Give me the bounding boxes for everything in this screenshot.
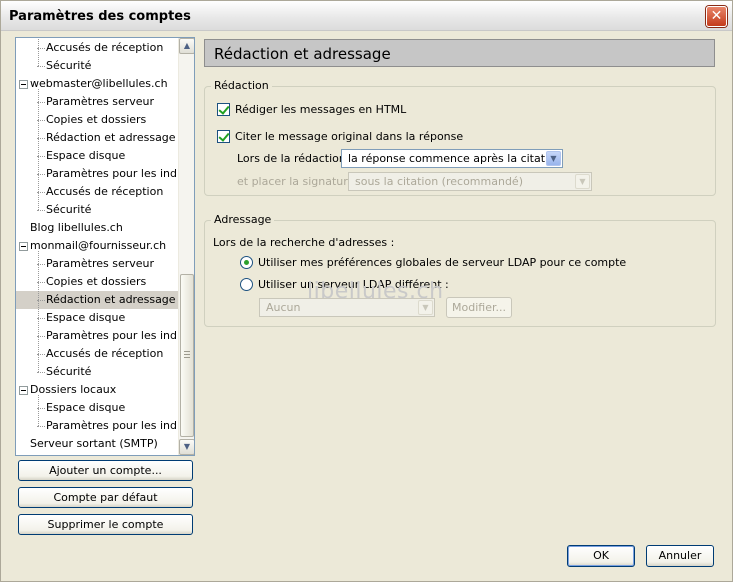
tree-connector — [37, 426, 45, 427]
scrollbar-grip-icon — [184, 351, 190, 358]
tree-item-label: Rédaction et adressage — [46, 293, 176, 306]
tree-item[interactable]: Paramètres pour les ind... — [16, 327, 187, 345]
address-lookup-label: Lors de la recherche d'adresses : — [213, 236, 395, 249]
tree-item[interactable]: Sécurité — [16, 363, 178, 381]
chevron-down-icon[interactable]: ▼ — [575, 174, 590, 189]
tree-item[interactable]: Rédaction et adressage — [16, 129, 178, 147]
reply-position-label: Lors de la rédaction — [237, 152, 346, 165]
tree-item-label: Dossiers locaux — [30, 383, 117, 396]
account-settings-window: Paramètres des comptes ✕ Accusés de réce… — [0, 0, 733, 582]
global-ldap-radio[interactable] — [240, 256, 253, 269]
signature-position-label: et placer la signature — [237, 175, 355, 188]
tree-item[interactable]: Copies et dossiers — [16, 273, 178, 291]
tree-item[interactable]: Accusés de réception — [16, 39, 178, 57]
tree-account[interactable]: monmail@fournisseur.ch — [16, 237, 178, 255]
tree-item-label: Paramètres serveur — [46, 257, 155, 270]
reply-position-select[interactable]: la réponse commence après la citation ▼ — [341, 149, 563, 168]
tree-item[interactable]: Sécurité — [16, 201, 178, 219]
collapse-icon[interactable] — [19, 242, 28, 251]
account-tree[interactable]: Accusés de réception Sécurité webmaster@li… — [15, 37, 195, 456]
tree-connector — [37, 66, 45, 67]
tree-item-label: Paramètres pour les ind... — [46, 167, 188, 180]
reply-position-value: la réponse commence après la citation — [348, 152, 562, 165]
tree-item-label: Accusés de réception — [46, 41, 164, 54]
tree-item-label: Espace disque — [46, 149, 126, 162]
window-title: Paramètres des comptes — [9, 9, 191, 24]
add-account-button[interactable]: Ajouter un compte... — [18, 460, 193, 481]
global-ldap-label[interactable]: Utiliser mes préférences globales de ser… — [258, 256, 626, 269]
close-icon[interactable]: ✕ — [706, 6, 727, 27]
tree-connector — [38, 251, 39, 372]
tree-item-label: webmaster@libellules.ch — [30, 77, 168, 90]
panel-header: Rédaction et adressage — [204, 39, 715, 67]
signature-position-select[interactable]: sous la citation (recommandé) ▼ — [348, 172, 592, 191]
default-account-button[interactable]: Compte par défaut — [18, 487, 193, 508]
tree-item-label: Copies et dossiers — [46, 275, 147, 288]
tree-item-label: Blog libellules.ch — [30, 221, 123, 234]
tree-item-label: Sécurité — [46, 59, 92, 72]
tree-item[interactable]: Copies et dossiers — [16, 111, 178, 129]
tree-item-label: Copies et dossiers — [46, 113, 147, 126]
tree-item[interactable]: Accusés de réception — [16, 183, 178, 201]
tree-item[interactable]: Paramètres pour les ind... — [16, 417, 187, 435]
tree-item[interactable]: Sécurité — [16, 57, 178, 75]
modify-ldap-button[interactable]: Modifier... — [446, 297, 512, 318]
scrollbar-thumb[interactable] — [180, 274, 194, 437]
scroll-up-icon[interactable]: ▲ — [179, 38, 194, 54]
tree-connector — [37, 372, 45, 373]
tree-account[interactable]: Serveur sortant (SMTP) — [16, 435, 178, 453]
tree-item-label: Accusés de réception — [46, 185, 164, 198]
tree-item-label: Paramètres pour les ind... — [46, 419, 188, 432]
adressage-group-label: Adressage — [211, 213, 275, 226]
tree-item[interactable]: Accusés de réception — [16, 345, 178, 363]
tree-item[interactable]: Rédaction et adressage — [16, 291, 178, 309]
tree-item-label: Espace disque — [46, 401, 126, 414]
tree-item-label: Paramètres serveur — [46, 95, 155, 108]
tree-item[interactable]: Paramètres serveur — [16, 93, 178, 111]
tree-item-label: Sécurité — [46, 203, 92, 216]
tree-account[interactable]: Blog libellules.ch — [16, 219, 178, 237]
tree-item-label: monmail@fournisseur.ch — [30, 239, 167, 252]
account-tree-list: Accusés de réception Sécurité webmaster@li… — [16, 39, 187, 453]
tree-connector — [38, 89, 39, 210]
tree-account[interactable]: Dossiers locaux — [16, 381, 178, 399]
collapse-icon[interactable] — [19, 80, 28, 89]
tree-item-label: Rédaction et adressage — [46, 131, 176, 144]
cancel-button[interactable]: Annuler — [646, 545, 714, 567]
other-ldap-radio[interactable] — [240, 278, 253, 291]
delete-account-button[interactable]: Supprimer le compte — [18, 514, 193, 535]
html-checkbox-label[interactable]: Rédiger les messages en HTML — [235, 103, 406, 116]
tree-item-label: Paramètres pour les ind... — [46, 329, 188, 342]
tree-item-label: Sécurité — [46, 365, 92, 378]
scroll-down-icon[interactable]: ▼ — [179, 439, 194, 455]
watermark: libellules.ch — [307, 279, 444, 304]
chevron-down-icon[interactable]: ▼ — [546, 151, 561, 166]
tree-item[interactable]: Espace disque — [16, 309, 178, 327]
tree-item-label: Accusés de réception — [46, 347, 164, 360]
tree-item[interactable]: Paramètres pour les ind... — [16, 165, 187, 183]
tree-scrollbar[interactable]: ▲ ▼ — [178, 38, 194, 455]
tree-item-label: Espace disque — [46, 311, 126, 324]
ok-button[interactable]: OK — [567, 545, 635, 567]
collapse-icon[interactable] — [19, 386, 28, 395]
panel-title: Rédaction et adressage — [214, 45, 391, 63]
tree-account[interactable]: webmaster@libellules.ch — [16, 75, 178, 93]
html-checkbox[interactable] — [217, 103, 230, 116]
tree-item[interactable]: Paramètres serveur — [16, 255, 178, 273]
redaction-group-label: Rédaction — [211, 79, 272, 92]
tree-item[interactable]: Espace disque — [16, 147, 178, 165]
tree-connector — [38, 39, 39, 66]
signature-position-value: sous la citation (recommandé) — [355, 175, 523, 188]
tree-item-label: Serveur sortant (SMTP) — [30, 437, 158, 450]
tree-connector — [38, 395, 39, 426]
quote-checkbox-label[interactable]: Citer le message original dans la répons… — [235, 130, 463, 143]
tree-connector — [37, 210, 45, 211]
title-bar: Paramètres des comptes ✕ — [1, 1, 732, 31]
tree-item[interactable]: Espace disque — [16, 399, 178, 417]
ldap-server-value: Aucun — [266, 301, 301, 314]
quote-checkbox[interactable] — [217, 130, 230, 143]
